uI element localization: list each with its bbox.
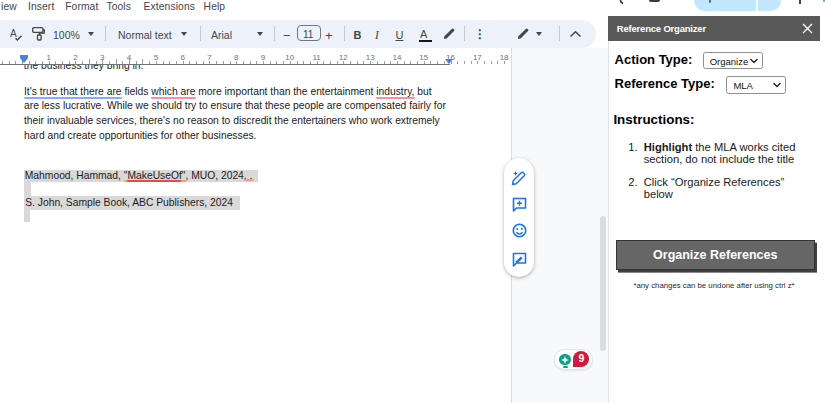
svg-text:A: A — [10, 27, 17, 38]
